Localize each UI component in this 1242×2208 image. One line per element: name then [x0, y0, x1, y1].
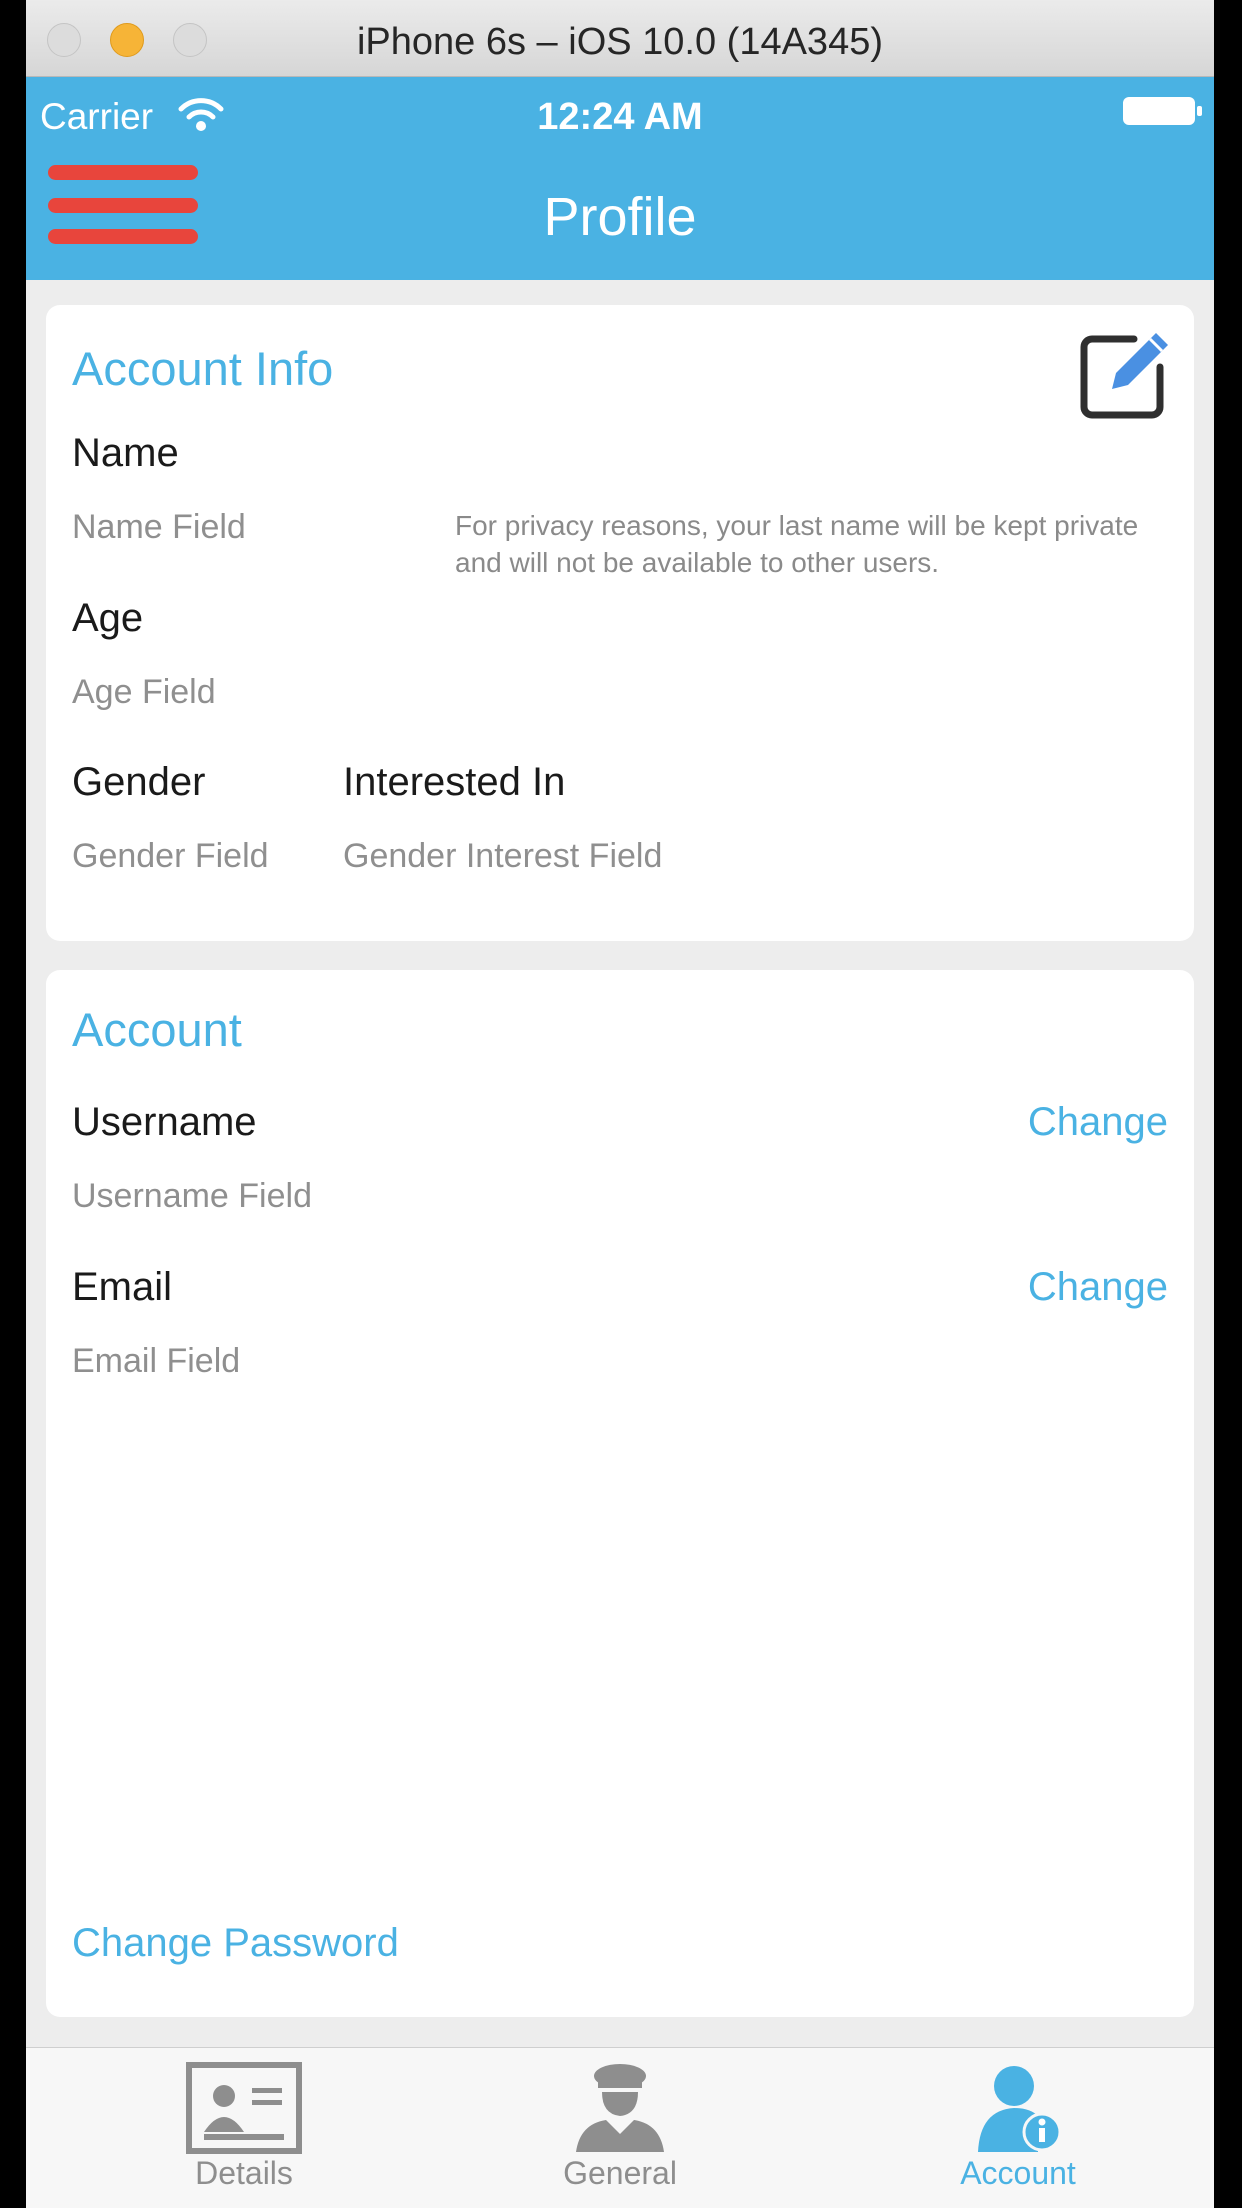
change-password-link[interactable]: Change Password — [72, 1917, 399, 1969]
gender-interest-field: Gender Interest Field — [343, 837, 663, 875]
username-field: Username Field — [72, 1177, 312, 1215]
tab-account[interactable]: Account — [868, 2048, 1168, 2208]
tab-details[interactable]: Details — [94, 2048, 394, 2208]
account-info-card: Account Info Name Name Field For privacy… — [46, 305, 1194, 941]
page-title: Profile — [543, 187, 697, 247]
age-field: Age Field — [72, 673, 216, 711]
account-info-icon — [978, 2066, 1062, 2152]
status-time: 12:24 AM — [537, 96, 703, 138]
gender-field: Gender Field — [72, 837, 269, 875]
account-title: Account — [72, 1003, 242, 1056]
username-label: Username — [72, 1100, 257, 1144]
tab-bar: Details General Account — [26, 2047, 1214, 2208]
email-field: Email Field — [72, 1342, 241, 1380]
account-info-title: Account Info — [72, 342, 334, 395]
interested-in-label: Interested In — [343, 760, 566, 804]
edit-icon[interactable] — [1078, 327, 1172, 421]
change-email-link[interactable]: Change — [1028, 1261, 1168, 1313]
id-card-icon — [186, 2062, 302, 2154]
tab-general-label: General — [563, 2155, 677, 2191]
privacy-note: For privacy reasons, your last name will… — [455, 510, 1139, 578]
phone-screen: Carrier 12:24 AM Profile Account Info Na… — [26, 77, 1214, 2208]
navigation-bar: Carrier 12:24 AM Profile — [26, 77, 1214, 280]
change-username-link[interactable]: Change — [1028, 1096, 1168, 1148]
tab-details-label: Details — [195, 2155, 293, 2191]
name-label: Name — [72, 431, 179, 475]
gender-label: Gender — [72, 760, 206, 804]
tab-general[interactable]: General — [470, 2048, 770, 2208]
simulator-title: iPhone 6s – iOS 10.0 (14A345) — [356, 21, 883, 63]
account-card: Account Username Change Username Field E… — [46, 970, 1194, 2017]
simulator-window: iPhone 6s – iOS 10.0 (14A345) Carrier 12… — [26, 0, 1214, 2208]
email-label: Email — [72, 1265, 173, 1309]
name-field: Name Field — [72, 508, 246, 546]
battery-icon — [1123, 97, 1202, 125]
officer-icon — [576, 2064, 664, 2152]
age-label: Age — [72, 596, 144, 640]
simulator-titlebar: iPhone 6s – iOS 10.0 (14A345) — [26, 0, 1214, 77]
tab-account-label: Account — [960, 2155, 1076, 2191]
